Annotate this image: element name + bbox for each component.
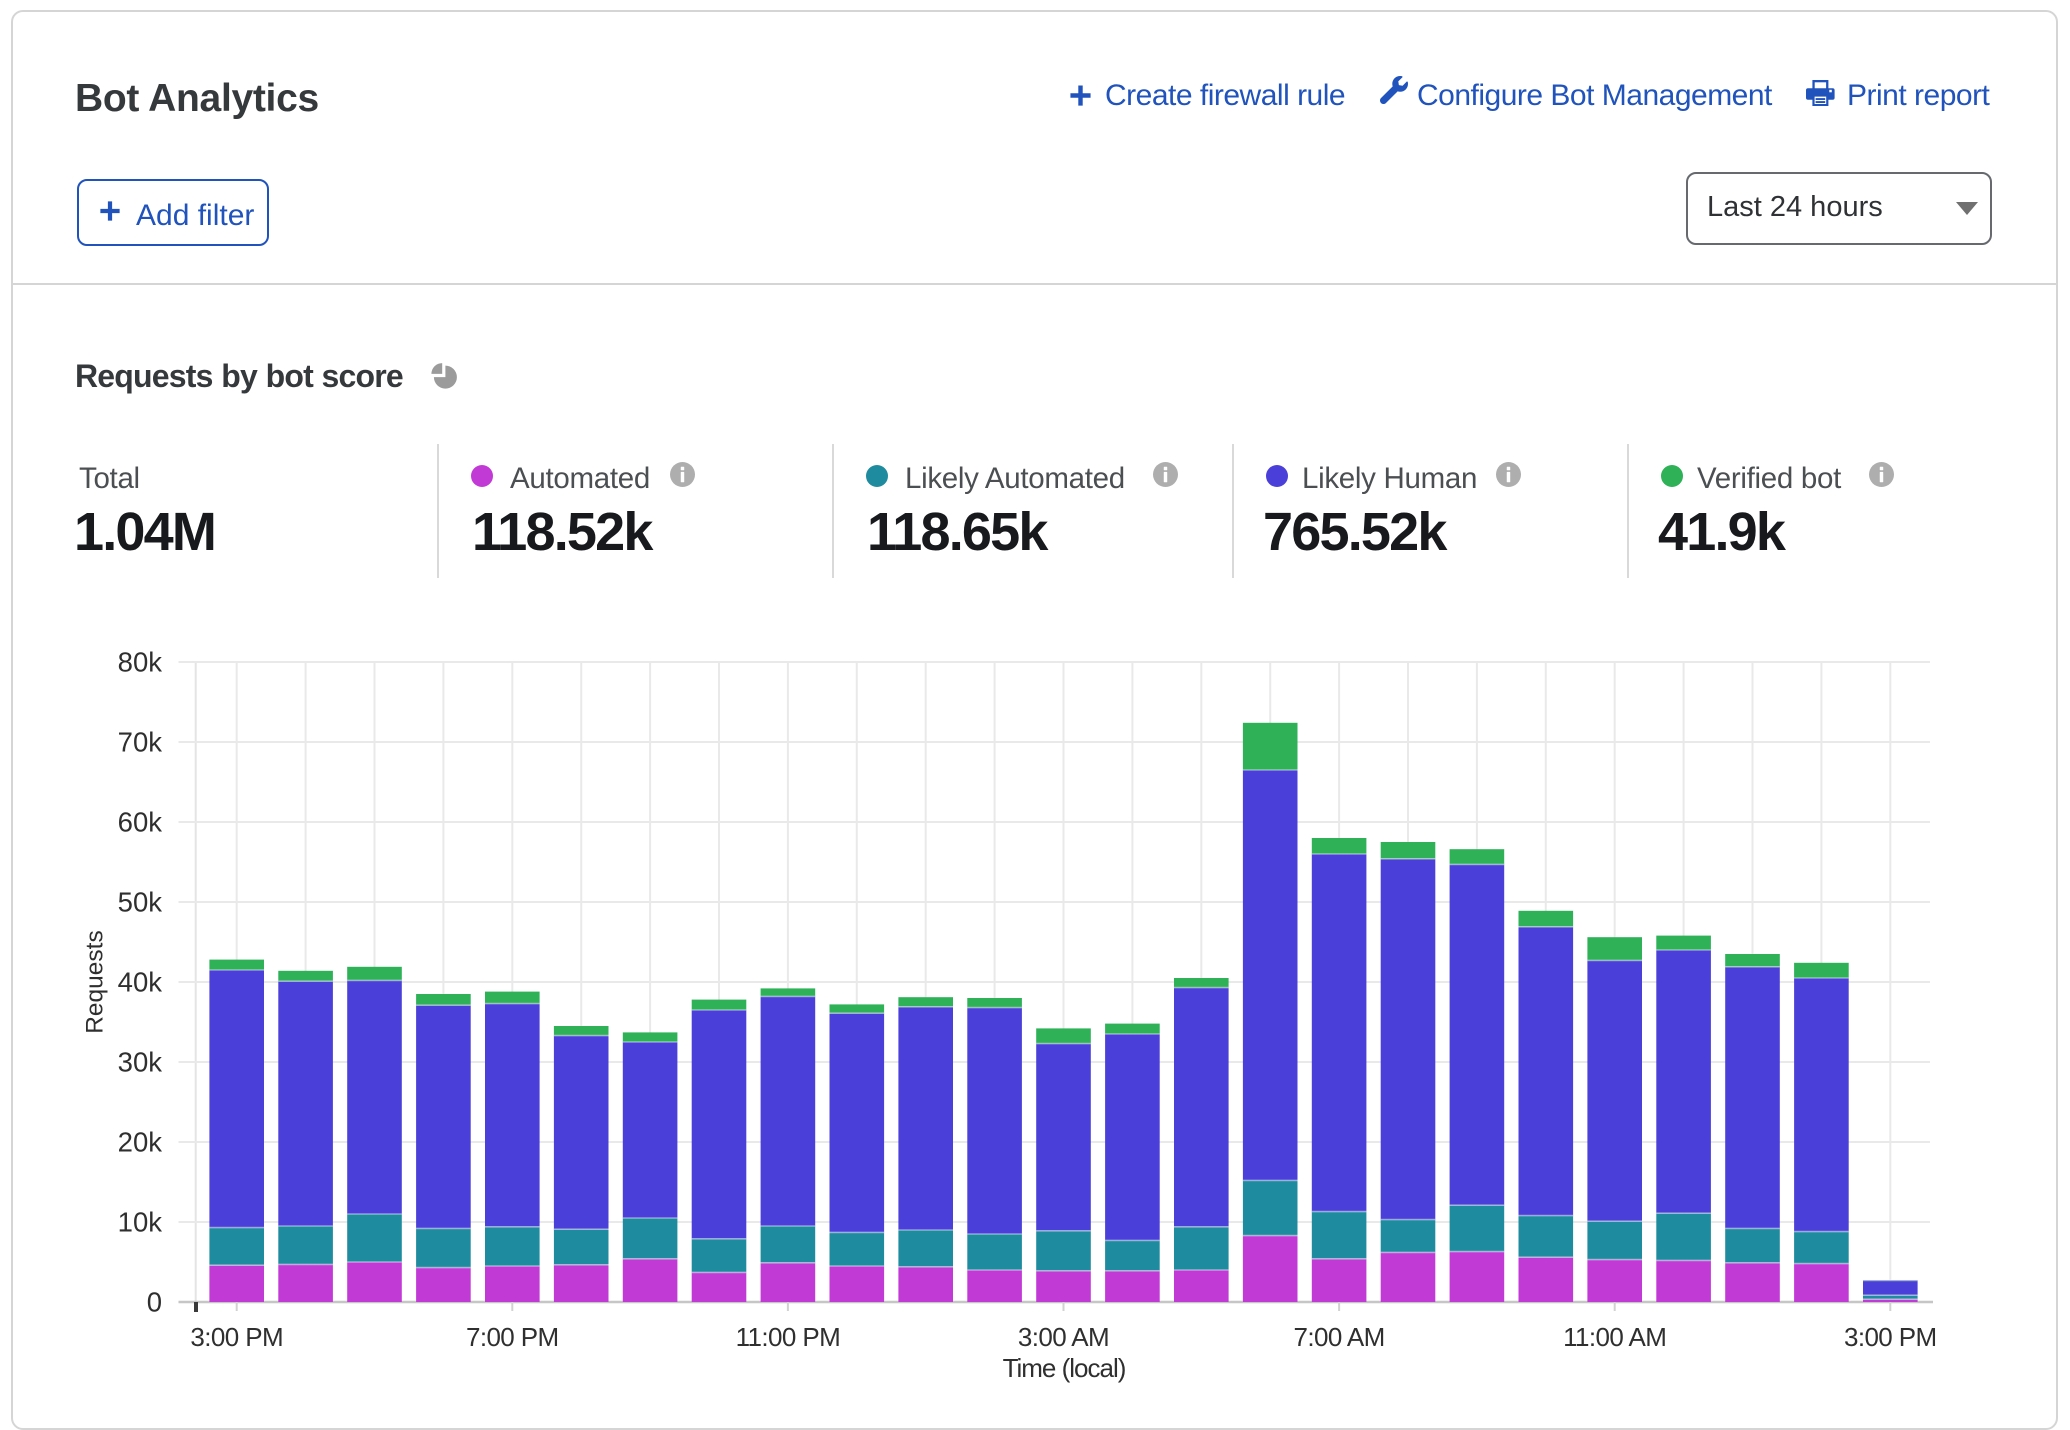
svg-text:30k: 30k [118,1047,163,1078]
svg-text:7:00 AM: 7:00 AM [1293,1322,1384,1352]
svg-text:20k: 20k [118,1127,163,1158]
svg-text:Requests: Requests [82,930,109,1034]
svg-text:70k: 70k [118,727,163,758]
svg-text:3:00 PM: 3:00 PM [190,1322,283,1352]
svg-text:Time (local): Time (local) [1003,1353,1126,1383]
svg-text:50k: 50k [118,887,163,918]
svg-text:10k: 10k [118,1207,163,1238]
svg-text:11:00 PM: 11:00 PM [736,1322,841,1352]
svg-text:0: 0 [147,1287,162,1318]
svg-text:60k: 60k [118,807,163,838]
svg-text:3:00 PM: 3:00 PM [1844,1322,1937,1352]
svg-text:7:00 PM: 7:00 PM [466,1322,559,1352]
svg-text:80k: 80k [118,647,163,678]
svg-text:3:00 AM: 3:00 AM [1018,1322,1109,1352]
svg-text:11:00 AM: 11:00 AM [1563,1322,1666,1352]
svg-text:40k: 40k [118,967,163,998]
